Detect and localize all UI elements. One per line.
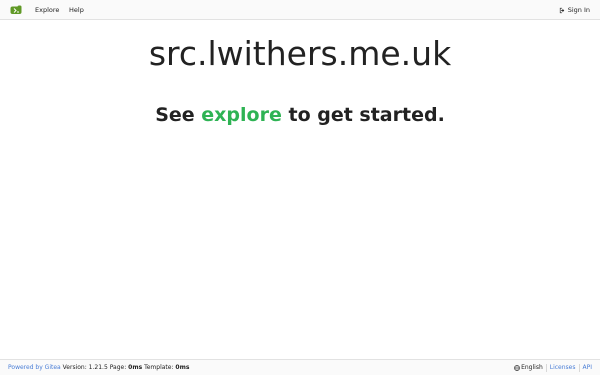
tagline: See explore to get started. — [0, 102, 600, 128]
footer: Powered by Gitea Version: 1.21.5 Page: 0… — [0, 359, 600, 375]
top-navbar: Explore Help Sign In — [0, 0, 600, 20]
template-time-value: 0ms — [175, 364, 190, 371]
footer-links: English Licenses API — [514, 360, 592, 375]
globe-icon — [514, 364, 520, 371]
language-selector[interactable]: English — [521, 360, 543, 375]
footer-divider — [578, 363, 580, 372]
page-time-value: 0ms — [128, 364, 143, 371]
site-title: src.lwithers.me.uk — [148, 34, 452, 73]
api-link[interactable]: API — [583, 360, 593, 375]
sign-in-label: Sign In — [567, 6, 590, 14]
template-time-label: Template: — [144, 364, 174, 371]
nav-help-link[interactable]: Help — [69, 0, 84, 20]
tagline-after: to get started. — [288, 104, 445, 126]
sign-in-icon — [559, 7, 564, 13]
version-label: Version: — [62, 364, 87, 371]
licenses-link[interactable]: Licenses — [550, 360, 576, 375]
nav-explore-link[interactable]: Explore — [35, 0, 59, 20]
sign-in-button[interactable]: Sign In — [559, 0, 590, 20]
footer-divider — [545, 363, 547, 372]
footer-info: Powered by Gitea Version: 1.21.5 Page: 0… — [8, 360, 189, 375]
tagline-before: See — [155, 104, 195, 126]
gitea-logo-icon[interactable] — [10, 4, 22, 16]
page-time-label: Page: — [109, 364, 127, 371]
powered-by-gitea-link[interactable]: Powered by Gitea — [8, 364, 61, 371]
version-value: 1.21.5 — [88, 364, 108, 371]
explore-link[interactable]: explore — [201, 104, 282, 126]
